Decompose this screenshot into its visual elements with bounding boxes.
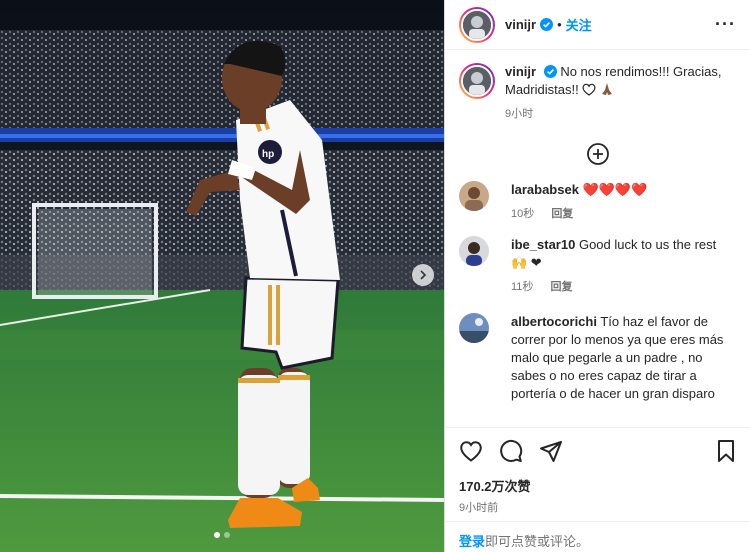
comment-item: ibe_star10 Good luck to us the rest 🙌 ❤ … [445, 236, 750, 296]
reply-button[interactable]: 回复 [550, 281, 572, 293]
login-prompt-text: 即可点赞或评论。 [485, 534, 590, 549]
commenter-username[interactable]: larababsek [511, 182, 579, 197]
login-link[interactable]: 登录 [459, 534, 485, 549]
post-caption: vinijr No nos rendimos!!! Gracias, Madri… [445, 51, 750, 123]
likes-count[interactable]: 170.2万次赞 [459, 476, 736, 495]
action-icons-row [459, 439, 736, 468]
comment-item: albertocorichi Tío haz el favor de corre… [445, 313, 750, 403]
svg-text:hp: hp [262, 149, 274, 160]
heart-outline-icon[interactable] [459, 440, 483, 467]
bookmark-icon[interactable] [716, 439, 736, 468]
follow-button[interactable]: 关注 [566, 15, 592, 34]
post-header: vinijr • 关注 ··· [445, 0, 750, 50]
caption-meta: 9小时 [505, 105, 735, 123]
carousel-dot [224, 532, 230, 538]
praying-hands-icon [600, 82, 614, 97]
commenter-avatar[interactable] [459, 181, 489, 211]
post-actions: 170.2万次赞 9小时前 [445, 427, 750, 515]
load-more-comments[interactable] [445, 142, 750, 166]
comment-meta: 11秒 回复 [511, 278, 736, 296]
paper-plane-icon[interactable] [539, 439, 563, 468]
comment-meta: 10秒 回复 [511, 205, 736, 223]
chevron-right-icon [418, 270, 428, 280]
commenter-username[interactable]: albertocorichi [511, 314, 597, 329]
author-avatar[interactable] [459, 6, 495, 43]
author-username[interactable]: vinijr [505, 17, 536, 32]
verified-badge-icon [543, 65, 557, 78]
commenter-username[interactable]: ibe_star10 [511, 237, 575, 252]
comment-item: larababsek ❤️❤️❤️❤️ 10秒 回复 [445, 181, 750, 223]
comments-section[interactable]: vinijr No nos rendimos!!! Gracias, Madri… [445, 51, 750, 427]
comment-timestamp: 10秒 [511, 208, 535, 220]
commenter-avatar[interactable] [459, 313, 489, 343]
speech-bubble-icon[interactable] [499, 439, 523, 468]
post-media[interactable]: hp [0, 0, 444, 552]
separator-dot: • [557, 17, 562, 32]
white-heart-icon [582, 82, 596, 97]
reply-button[interactable]: 回复 [551, 208, 573, 220]
plus-circle-icon[interactable] [586, 142, 610, 166]
more-options-button[interactable]: ··· [715, 14, 736, 35]
post-side-panel: vinijr • 关注 ··· vinijr No nos rendimos!!… [444, 0, 750, 552]
carousel-dot-active [214, 532, 220, 538]
post-photo: hp [0, 0, 444, 552]
post-timestamp: 9小时前 [459, 502, 499, 514]
caption-username[interactable]: vinijr [505, 64, 536, 79]
comment-text: ❤️❤️❤️❤️ [582, 182, 648, 197]
carousel-indicator [0, 532, 444, 538]
carousel-next-button[interactable] [412, 264, 434, 286]
comment-timestamp: 11秒 [511, 281, 534, 293]
caption-timestamp: 9小时 [505, 108, 534, 120]
verified-badge-icon [540, 18, 554, 31]
login-prompt: 登录即可点赞或评论。 [445, 521, 750, 552]
commenter-avatar[interactable] [459, 236, 489, 266]
caption-author-avatar[interactable] [459, 63, 495, 99]
